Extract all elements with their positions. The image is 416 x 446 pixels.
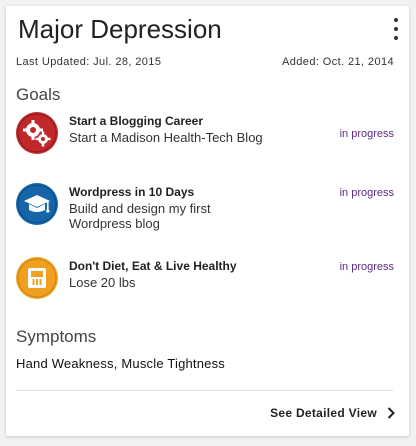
goal-item-blogging[interactable]: Start a Blogging Career Start a Madison …	[16, 112, 396, 162]
symptoms-list: Hand Weakness, Muscle Tightness	[16, 356, 226, 371]
goal-description: Build and design my first Wordpress blog	[69, 201, 211, 231]
status-badge: in progress	[339, 187, 394, 199]
goal-title: Start a Blogging Career	[69, 114, 204, 128]
goal-description: Lose 20 lbs	[69, 275, 136, 290]
gears-icon	[16, 112, 58, 154]
status-badge: in progress	[339, 261, 394, 273]
page-title: Major Depression	[18, 14, 222, 44]
more-options-icon[interactable]	[391, 18, 401, 40]
goal-item-healthy[interactable]: Don't Diet, Eat & Live Healthy Lose 20 l…	[16, 257, 396, 307]
last-updated-date: Last Updated: Jul. 28, 2015	[16, 56, 162, 68]
symptoms-heading: Symptoms	[16, 327, 97, 346]
goal-item-wordpress[interactable]: Wordpress in 10 Days Build and design my…	[16, 183, 396, 233]
status-badge: in progress	[339, 128, 394, 140]
condition-card: Major Depression Last Updated: Jul. 28, …	[6, 6, 409, 436]
scale-icon	[16, 257, 58, 299]
chevron-right-icon	[387, 407, 395, 419]
goal-title: Don't Diet, Eat & Live Healthy	[69, 259, 237, 273]
see-detailed-view-label: See Detailed View	[270, 406, 377, 420]
goal-title: Wordpress in 10 Days	[69, 185, 195, 199]
added-date: Added: Oct. 21, 2014	[282, 56, 394, 68]
see-detailed-view-link[interactable]: See Detailed View	[270, 406, 395, 420]
goal-description: Start a Madison Health-Tech Blog	[69, 130, 263, 145]
graduation-cap-icon	[16, 183, 58, 225]
divider	[16, 390, 393, 391]
goals-heading: Goals	[16, 85, 61, 104]
